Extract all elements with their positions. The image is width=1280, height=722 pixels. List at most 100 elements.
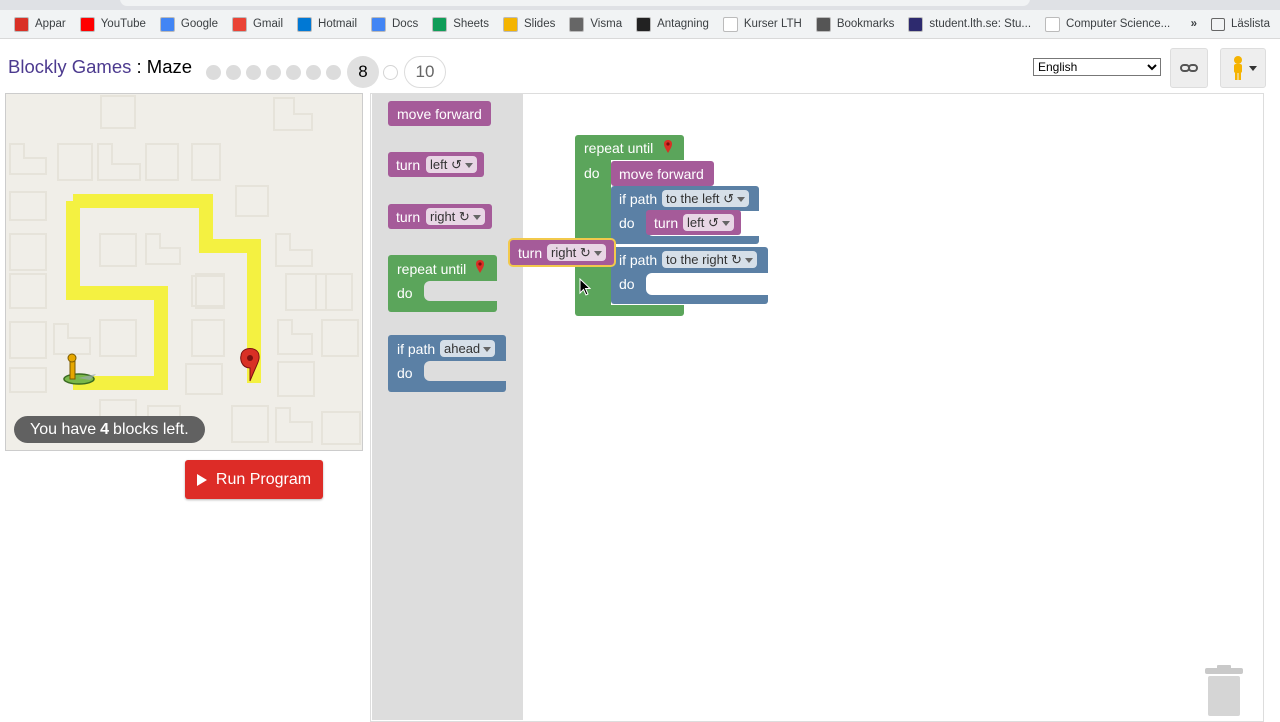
browser-tab-strip — [0, 0, 1280, 10]
path-direction-dropdown[interactable]: to the right ↻ — [662, 251, 757, 268]
toolbox-repeat-until-block[interactable]: repeat until do — [388, 255, 497, 312]
bookmark-item[interactable]: YouTube — [79, 16, 146, 32]
direction-value: right ↻ — [551, 245, 591, 260]
bookmark-item[interactable]: Gmail — [231, 16, 283, 32]
level-5-dot[interactable] — [286, 64, 301, 80]
bookmark-item[interactable]: student.lth.se: Stu... — [908, 16, 1031, 32]
bookmark-item[interactable]: Sheets — [432, 16, 489, 32]
visma-icon — [569, 16, 585, 32]
turn-label: turn — [396, 209, 421, 225]
path-direction-dropdown[interactable]: to the left ↺ — [662, 190, 749, 207]
bookmark-item[interactable]: Appar — [14, 16, 66, 32]
capacity-suffix: blocks left. — [113, 420, 189, 438]
level-3-dot[interactable] — [246, 64, 261, 80]
move-forward-label: move forward — [397, 106, 482, 122]
toolbox-turn-right-block[interactable]: turn right ↻ — [388, 204, 492, 229]
current-level[interactable]: 8 — [347, 56, 379, 88]
turn-label: turn — [654, 215, 679, 231]
repeat-until-label: repeat until — [584, 140, 654, 156]
move-forward-label: move forward — [619, 166, 704, 182]
run-program-label: Run Program — [215, 470, 312, 488]
turn-left-block[interactable]: turn left ↺ — [646, 210, 741, 235]
reading-list-label[interactable]: Läslista — [1231, 18, 1270, 30]
link-icon — [1180, 64, 1198, 72]
bookmark-item[interactable]: Computer Science... — [1045, 16, 1171, 32]
capacity-count: 4 — [100, 420, 110, 438]
bookmark-item[interactable]: Slides — [503, 16, 556, 32]
docs-icon — [371, 16, 386, 32]
language-select[interactable]: English — [1033, 58, 1161, 76]
sheets-icon — [432, 16, 448, 32]
bookmark-label: Docs — [392, 18, 419, 30]
level-1-dot[interactable] — [206, 64, 221, 80]
path-direction-value: to the right ↻ — [666, 252, 742, 267]
page-title: Blockly Games : Maze — [8, 56, 192, 78]
bookmark-item[interactable]: Hotmail — [297, 16, 357, 32]
if-path-label: if path — [619, 252, 658, 268]
statement-slot — [424, 281, 497, 301]
dropdown-arrow-icon — [744, 258, 753, 264]
star-icon — [815, 16, 831, 32]
pegman-icon — [1234, 56, 1257, 80]
bookmark-label: Kurser LTH — [743, 18, 802, 30]
level-4-dot[interactable] — [266, 64, 281, 80]
address-bar[interactable] — [120, 0, 1030, 6]
toolbox-if-path-block[interactable]: if path ahead do — [388, 335, 506, 392]
reading-list-icon — [1211, 17, 1225, 31]
trash-can-icon[interactable] — [1204, 665, 1244, 717]
bookmark-label: YouTube — [100, 18, 146, 30]
direction-dropdown[interactable]: right ↻ — [426, 208, 485, 225]
direction-dropdown[interactable]: right ↻ — [547, 244, 606, 261]
toolbox-move-forward-block[interactable]: move forward — [388, 101, 491, 126]
maze-tiles — [9, 95, 361, 445]
title-separator: : — [131, 56, 147, 77]
toolbox-turn-left-block[interactable]: turn left ↺ — [388, 152, 484, 177]
bookmark-label: Computer Science... — [1066, 18, 1171, 30]
bookmark-item[interactable]: Antagning — [636, 16, 709, 32]
bookmark-item[interactable]: Visma — [569, 16, 622, 32]
bookmarks-bar: Appar YouTube Google Gmail Hotmail Docs Sheets… — [0, 10, 1280, 39]
do-label: do — [397, 285, 413, 301]
dropdown-arrow-icon — [464, 163, 473, 169]
start-marker — [63, 353, 96, 385]
link-button[interactable] — [1170, 48, 1208, 88]
direction-dropdown[interactable]: left ↺ — [426, 156, 477, 173]
mouse-cursor-icon — [579, 278, 591, 296]
maze-display — [5, 93, 363, 451]
if-right-body-slot — [646, 273, 768, 295]
goal-marker-icon — [664, 140, 672, 153]
outlook-icon — [297, 16, 313, 32]
turn-label: turn — [396, 157, 421, 173]
level-9-dot[interactable] — [383, 64, 398, 80]
play-icon — [196, 473, 207, 486]
dropdown-arrow-icon — [593, 251, 602, 257]
bookmarks-bar-right: » Läslista — [1191, 10, 1270, 38]
apps-grid-icon — [14, 16, 29, 32]
path-direction-dropdown[interactable]: ahead — [440, 340, 496, 357]
move-forward-block[interactable]: move forward — [611, 161, 714, 186]
bookmark-item[interactable]: Google — [159, 16, 218, 32]
run-program-button[interactable]: Run Program — [185, 460, 323, 499]
level-6-dot[interactable] — [306, 64, 321, 80]
lu-icon — [722, 16, 738, 32]
bookmark-label: Google — [180, 18, 218, 30]
bookmark-item[interactable]: Kurser LTH — [722, 16, 802, 32]
blockly-games-link[interactable]: Blockly Games — [8, 56, 131, 77]
bookmark-item[interactable]: Docs — [371, 16, 419, 32]
dragged-turn-right-block[interactable]: turn right ↻ — [510, 240, 614, 265]
level-7-dot[interactable] — [326, 64, 341, 80]
direction-dropdown[interactable]: left ↺ — [683, 214, 734, 231]
do-label: do — [397, 365, 413, 381]
more-bookmarks-button[interactable]: » — [1191, 18, 1197, 30]
bookmark-label: Slides — [524, 18, 556, 30]
antagning-icon — [636, 16, 652, 32]
dropdown-arrow-icon — [483, 347, 492, 353]
path-direction-value: ahead — [444, 341, 481, 356]
level-2-dot[interactable] — [226, 64, 241, 80]
dropdown-arrow-icon — [721, 221, 730, 227]
pegman-button[interactable] — [1220, 48, 1266, 88]
direction-value: left ↺ — [430, 157, 462, 172]
last-level[interactable]: 10 — [404, 56, 446, 88]
app-name: Maze — [146, 56, 193, 77]
bookmark-item[interactable]: Bookmarks — [815, 16, 894, 32]
